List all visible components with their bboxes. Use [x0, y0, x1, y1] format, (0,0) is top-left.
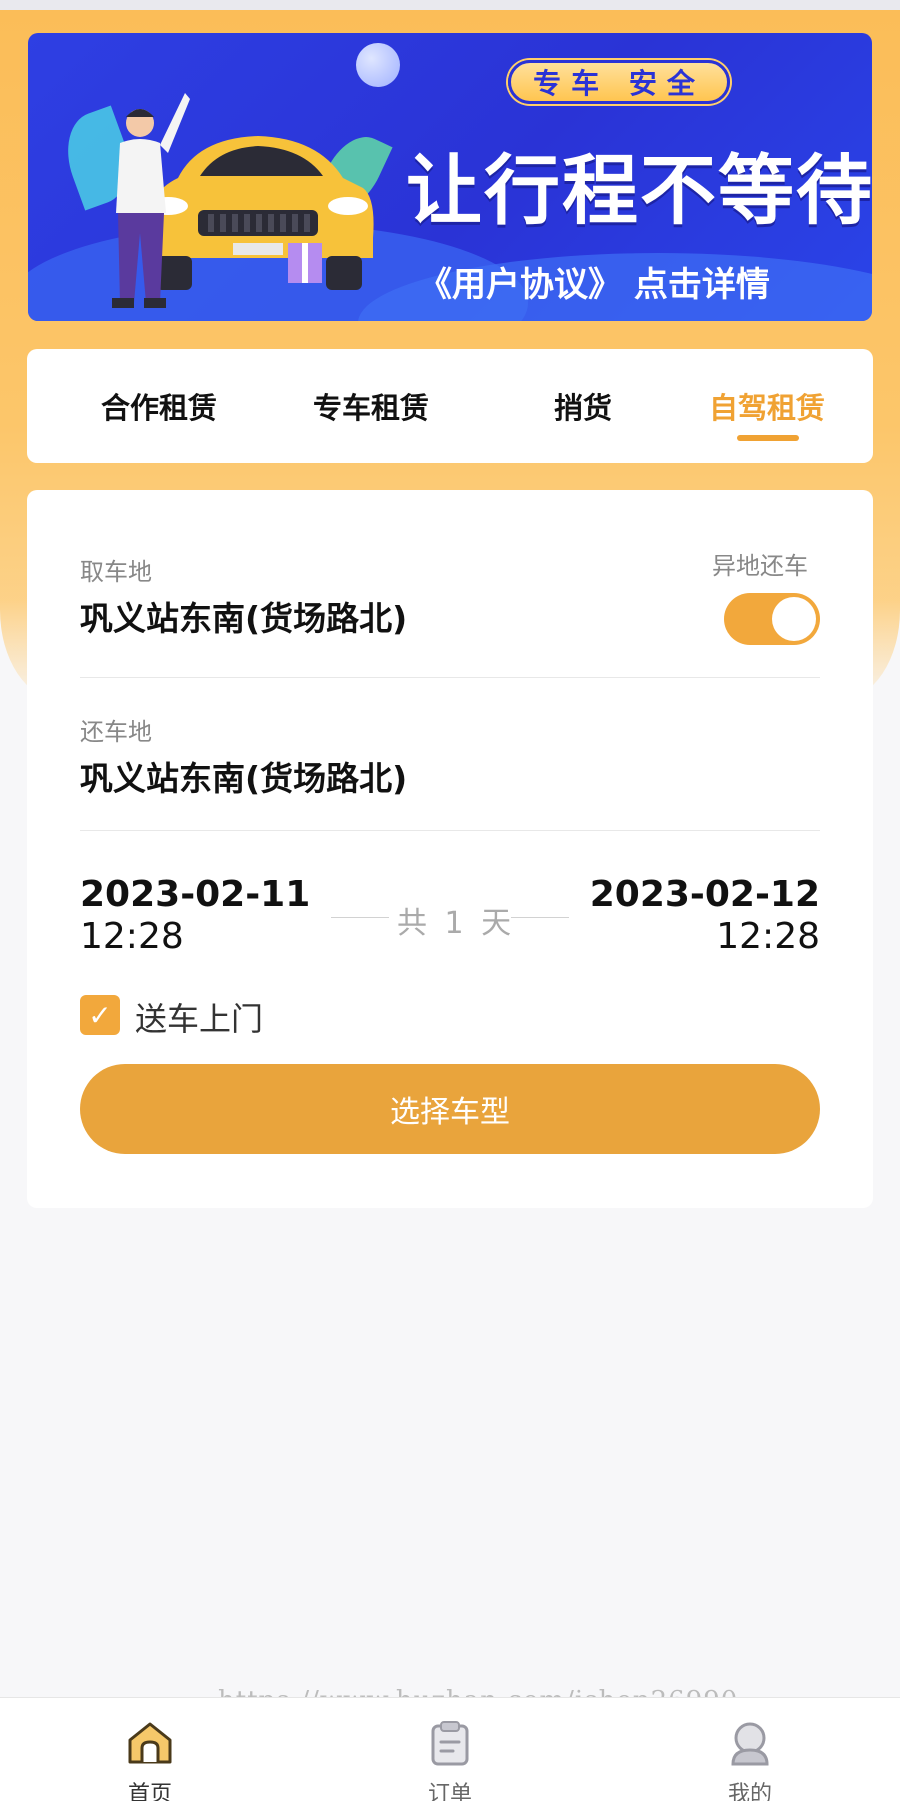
service-tabs: 合作租赁 专车租赁 捎货 自驾租赁: [27, 349, 873, 463]
banner-title: 让行程不等待: [406, 146, 872, 235]
tab-self-drive-rental[interactable]: 自驾租赁: [667, 349, 867, 463]
status-strip: [0, 0, 900, 10]
tab-delivery[interactable]: 捎货: [483, 349, 683, 463]
clipboard-icon: [431, 1721, 469, 1766]
nav-orders-label: 订单: [427, 1782, 472, 1801]
pickup-label: 取车地: [80, 558, 152, 586]
person-illustration: [112, 93, 190, 308]
tab-cooperative-rental[interactable]: 合作租赁: [59, 349, 259, 463]
select-car-button[interactable]: 选择车型: [80, 1064, 820, 1154]
rental-form: 取车地 巩义站东南(货场路北) 异地还车 还车地 巩义站东南(货场路北) 202…: [27, 490, 873, 1208]
return-location[interactable]: 巩义站东南(货场路北): [80, 752, 407, 800]
active-tab-indicator: [737, 435, 799, 441]
different-return-toggle[interactable]: [724, 593, 820, 645]
home-icon: [128, 1722, 172, 1764]
end-date[interactable]: 2023-02-12: [590, 874, 820, 915]
checkmark-icon: ✓: [88, 998, 112, 1032]
bottom-tab-bar: 首页 订单 我的: [0, 1697, 900, 1801]
start-time[interactable]: 12:28: [80, 916, 184, 957]
different-return-label: 异地还车: [712, 552, 808, 580]
divider: [80, 830, 820, 831]
promo-banner[interactable]: 专车 安全 让行程不等待 《用户协议》 点击详情: [28, 33, 872, 321]
delivery-checkbox[interactable]: ✓: [80, 995, 120, 1035]
banner-moon-decoration: [356, 43, 400, 87]
duration-line-right: [511, 917, 569, 918]
end-time[interactable]: 12:28: [716, 916, 820, 957]
start-date[interactable]: 2023-02-11: [80, 874, 310, 915]
divider: [80, 677, 820, 678]
nav-orders[interactable]: 订单: [380, 1698, 520, 1801]
nav-profile-label: 我的: [727, 1782, 772, 1801]
nav-profile[interactable]: 我的: [680, 1698, 820, 1801]
toggle-knob: [772, 597, 816, 641]
banner-tag: 专车 安全: [508, 60, 730, 104]
delivery-label[interactable]: 送车上门: [135, 994, 263, 1040]
return-label: 还车地: [80, 718, 152, 746]
duration-line-left: [331, 917, 389, 918]
nav-home[interactable]: 首页: [80, 1698, 220, 1801]
pickup-location[interactable]: 巩义站东南(货场路北): [80, 592, 407, 640]
tab-chauffeur-rental[interactable]: 专车租赁: [271, 349, 471, 463]
nav-home-label: 首页: [127, 1782, 172, 1801]
user-agreement-link[interactable]: 《用户协议》 点击详情: [418, 257, 770, 306]
rental-duration: 共 1 天: [397, 906, 516, 941]
user-icon: [731, 1722, 769, 1766]
